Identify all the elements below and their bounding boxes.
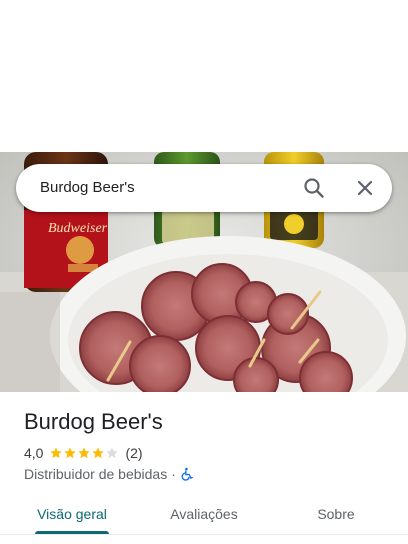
place-category: Distribuidor de bebidas xyxy=(24,466,168,482)
tabs-divider xyxy=(0,534,408,535)
place-title: Burdog Beer's xyxy=(24,409,163,434)
star-filled-icon xyxy=(64,447,77,459)
close-icon[interactable] xyxy=(353,176,377,200)
search-bar[interactable]: Burdog Beer's xyxy=(16,164,392,212)
star-filled-icon xyxy=(50,447,63,459)
search-icon[interactable] xyxy=(302,176,326,200)
wheelchair-icon xyxy=(180,467,194,481)
star-filled-icon xyxy=(92,447,105,459)
category-row: Distribuidor de bebidas · xyxy=(24,464,194,484)
rating-value: 4,0 xyxy=(24,445,44,461)
tab-reviews[interactable]: Avaliações xyxy=(160,496,248,534)
review-count-link[interactable]: (2) xyxy=(125,445,142,461)
star-rating xyxy=(49,446,119,460)
tab-overview[interactable]: Visão geral xyxy=(28,496,116,534)
tab-about[interactable]: Sobre xyxy=(296,496,376,534)
star-filled-icon xyxy=(78,447,91,459)
rating-row: 4,0 (2) xyxy=(24,443,143,463)
place-tabs: Visão geral Avaliações Sobre xyxy=(0,496,408,536)
star-empty-icon xyxy=(106,447,119,459)
search-input[interactable]: Burdog Beer's xyxy=(40,164,135,212)
bottle-label: Budweiser xyxy=(48,221,108,236)
separator-dot: · xyxy=(171,466,176,482)
